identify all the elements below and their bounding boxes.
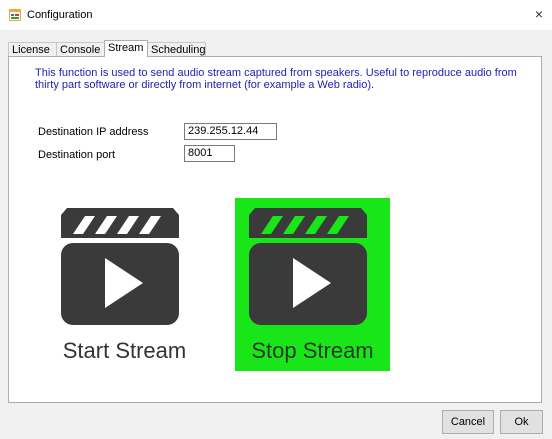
- stream-panel: This function is used to send audio stre…: [8, 56, 542, 403]
- stop-stream-button[interactable]: Stop Stream: [235, 198, 390, 371]
- close-button[interactable]: ×: [532, 7, 546, 21]
- tab-scheduling[interactable]: Scheduling: [147, 42, 206, 56]
- stop-stream-label: Stop Stream: [251, 338, 374, 363]
- tab-console[interactable]: Console: [56, 42, 105, 56]
- ok-button[interactable]: Ok: [500, 410, 543, 434]
- stream-description: This function is used to send audio stre…: [35, 67, 517, 91]
- dialog-client: License Console Stream Scheduling This f…: [0, 30, 552, 439]
- title-bar: Configuration ×: [0, 0, 552, 30]
- ip-address-field[interactable]: 239.255.12.44: [184, 123, 277, 140]
- tab-license[interactable]: License: [8, 42, 57, 56]
- tab-stream[interactable]: Stream: [104, 40, 148, 57]
- clapperboard-play-icon: [61, 208, 179, 325]
- port-label: Destination port: [38, 149, 116, 161]
- port-field[interactable]: 8001: [184, 145, 235, 162]
- start-stream-button[interactable]: Start Stream: [47, 198, 202, 371]
- cancel-button[interactable]: Cancel: [442, 410, 494, 434]
- app-icon: [9, 9, 21, 21]
- ip-label: Destination IP address: [38, 126, 149, 138]
- window-title: Configuration: [27, 9, 93, 21]
- clapperboard-play-icon: [249, 208, 367, 325]
- start-stream-label: Start Stream: [62, 338, 187, 363]
